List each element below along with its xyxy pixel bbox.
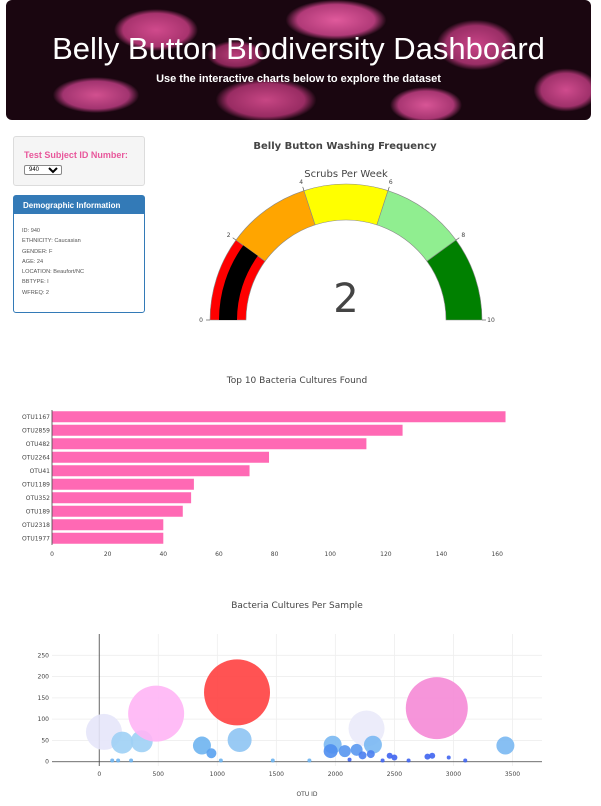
bubble-point [206,748,217,759]
bubble-x-tick-label: 500 [153,771,165,778]
bubble-point [429,752,436,759]
bubble-point [446,755,451,760]
bubble-point [323,744,338,759]
bubble-point [204,659,271,726]
bubble-point [386,752,393,759]
bubble-x-axis-label: OTU ID [296,791,317,798]
bubble-point [405,677,468,740]
bubble-point [116,758,121,763]
bubble-x-tick-label: 2500 [387,771,402,778]
bubble-point [307,758,312,763]
bubble-y-tick-label: 0 [45,759,49,766]
bubble-y-tick-label: 50 [41,737,49,744]
bubble-point [366,750,375,759]
bubble-point [338,745,351,758]
bubble-point [358,751,367,760]
bubble-y-tick-label: 250 [38,652,50,659]
bubble-x-tick-label: 1000 [210,771,225,778]
bubble-point [111,731,134,754]
bubble-point [380,758,385,763]
bubble-point [463,758,468,763]
bubble-point [129,758,134,763]
bubble-point [227,728,252,753]
bubble-x-tick-label: 2000 [328,771,343,778]
bubble-point [218,758,223,763]
bubble-point [110,758,115,763]
bubble-point [347,757,352,762]
bubble-y-tick-label: 150 [38,695,50,702]
bubble-x-tick-label: 1500 [269,771,284,778]
bubble-point [406,758,411,763]
bubble-x-tick-label: 0 [97,771,101,778]
bubble-x-tick-label: 3500 [505,771,520,778]
bubble-point [496,736,515,755]
bubble-y-tick-label: 200 [38,674,50,681]
cultures-bubble-chart: 0501001502002500 500 1000 1500 2000 2500 3000 3… [38,634,542,798]
bubble-point [128,685,185,742]
bubble-x-tick-label: 3000 [446,771,461,778]
bubble-point [270,758,275,763]
bubble-y-tick-label: 100 [38,716,50,723]
